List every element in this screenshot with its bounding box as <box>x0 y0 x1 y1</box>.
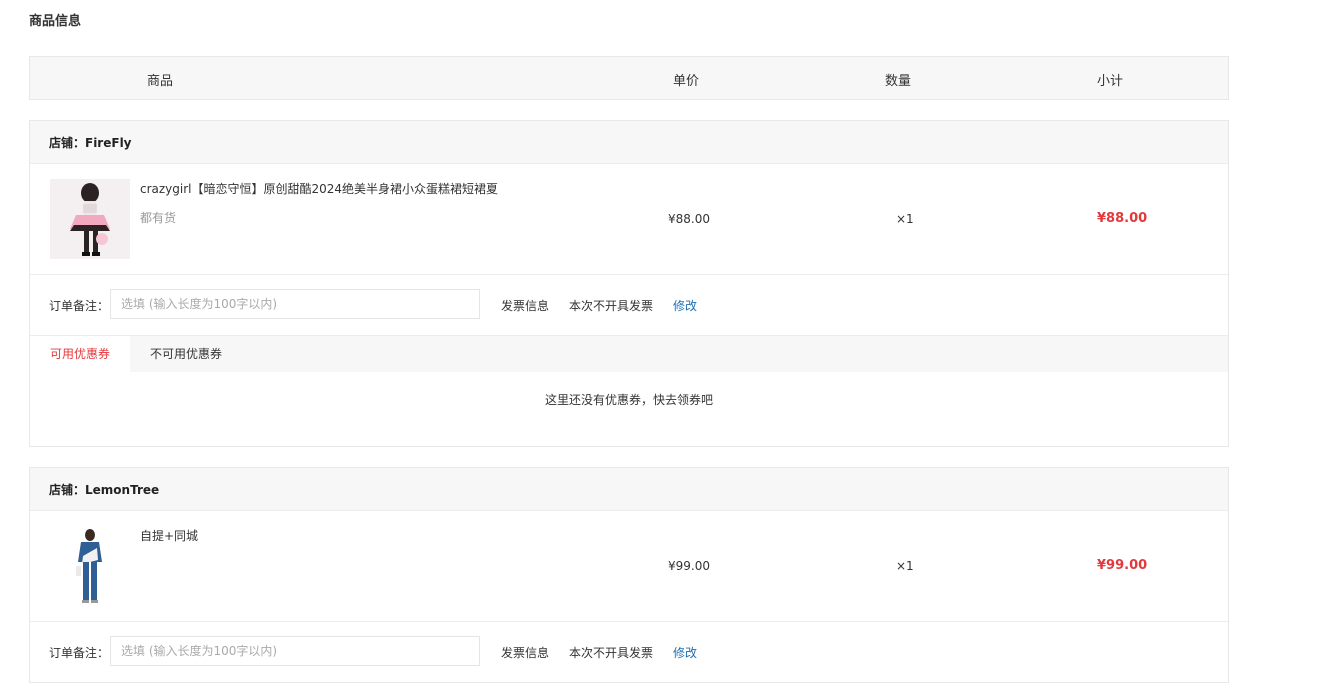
shop-name: 店铺：LemonTree <box>49 483 160 497</box>
shop-block-firefly: 店铺：FireFly crazygirl【暗恋守恒】原创甜酷2024绝美半身裙小… <box>29 120 1229 447</box>
page-title: 商品信息 <box>29 14 82 29</box>
coupon-section: 可用优惠券 不可用优惠券 这里还没有优惠券，快去领券吧 <box>30 335 1228 428</box>
invoice-value: 本次不开具发票 <box>569 646 654 660</box>
shop-block-lemontree: 店铺：LemonTree 自提+同城 ¥99.00 ×1 ¥99.00 订单备注… <box>29 467 1229 683</box>
order-remark-label: 订单备注： <box>49 646 110 660</box>
tab-available-coupons[interactable]: 可用优惠券 <box>30 336 131 372</box>
product-spec: 都有货 <box>140 211 177 225</box>
col-subtotal: 小计 <box>1097 74 1124 89</box>
invoice-value: 本次不开具发票 <box>569 299 654 313</box>
remark-row: 订单备注： 发票信息 本次不开具发票 修改 <box>30 622 1228 682</box>
col-quantity: 数量 <box>885 74 912 89</box>
product-row: crazygirl【暗恋守恒】原创甜酷2024绝美半身裙小众蛋糕裙短裙夏 都有货… <box>30 164 1228 275</box>
shop-header: 店铺：LemonTree <box>30 468 1228 511</box>
tab-unavailable-coupons[interactable]: 不可用优惠券 <box>130 336 242 372</box>
product-title[interactable]: 自提+同城 <box>140 527 198 544</box>
product-thumbnail-skirt[interactable] <box>50 179 130 259</box>
remark-row: 订单备注： 发票信息 本次不开具发票 修改 <box>30 275 1228 335</box>
product-title[interactable]: crazygirl【暗恋守恒】原创甜酷2024绝美半身裙小众蛋糕裙短裙夏 <box>140 180 498 197</box>
product-unit-price: ¥99.00 <box>668 559 710 573</box>
invoice-edit-link[interactable]: 修改 <box>673 297 697 314</box>
order-remark-label: 订单备注： <box>49 299 110 313</box>
order-remark-input[interactable] <box>110 289 480 319</box>
product-row: 自提+同城 ¥99.00 ×1 ¥99.00 <box>30 511 1228 622</box>
shop-header: 店铺：FireFly <box>30 121 1228 164</box>
col-unit-price: 单价 <box>673 74 700 89</box>
invoice-label: 发票信息 <box>501 299 550 313</box>
product-thumbnail-outfit[interactable] <box>50 526 130 606</box>
shop-name: 店铺：FireFly <box>49 136 132 150</box>
col-product: 商品 <box>147 74 174 89</box>
order-remark-input[interactable] <box>110 636 480 666</box>
table-header: 商品 单价 数量 小计 <box>29 56 1229 100</box>
coupon-empty-message: 这里还没有优惠券，快去领券吧 <box>544 393 713 407</box>
product-unit-price: ¥88.00 <box>668 212 710 226</box>
invoice-label: 发票信息 <box>501 646 550 660</box>
product-quantity: ×1 <box>896 559 914 573</box>
product-subtotal: ¥88.00 <box>1097 211 1148 226</box>
product-quantity: ×1 <box>896 212 914 226</box>
invoice-edit-link[interactable]: 修改 <box>673 644 697 661</box>
coupon-tabs: 可用优惠券 不可用优惠券 <box>30 336 1228 372</box>
product-subtotal: ¥99.00 <box>1097 558 1148 573</box>
